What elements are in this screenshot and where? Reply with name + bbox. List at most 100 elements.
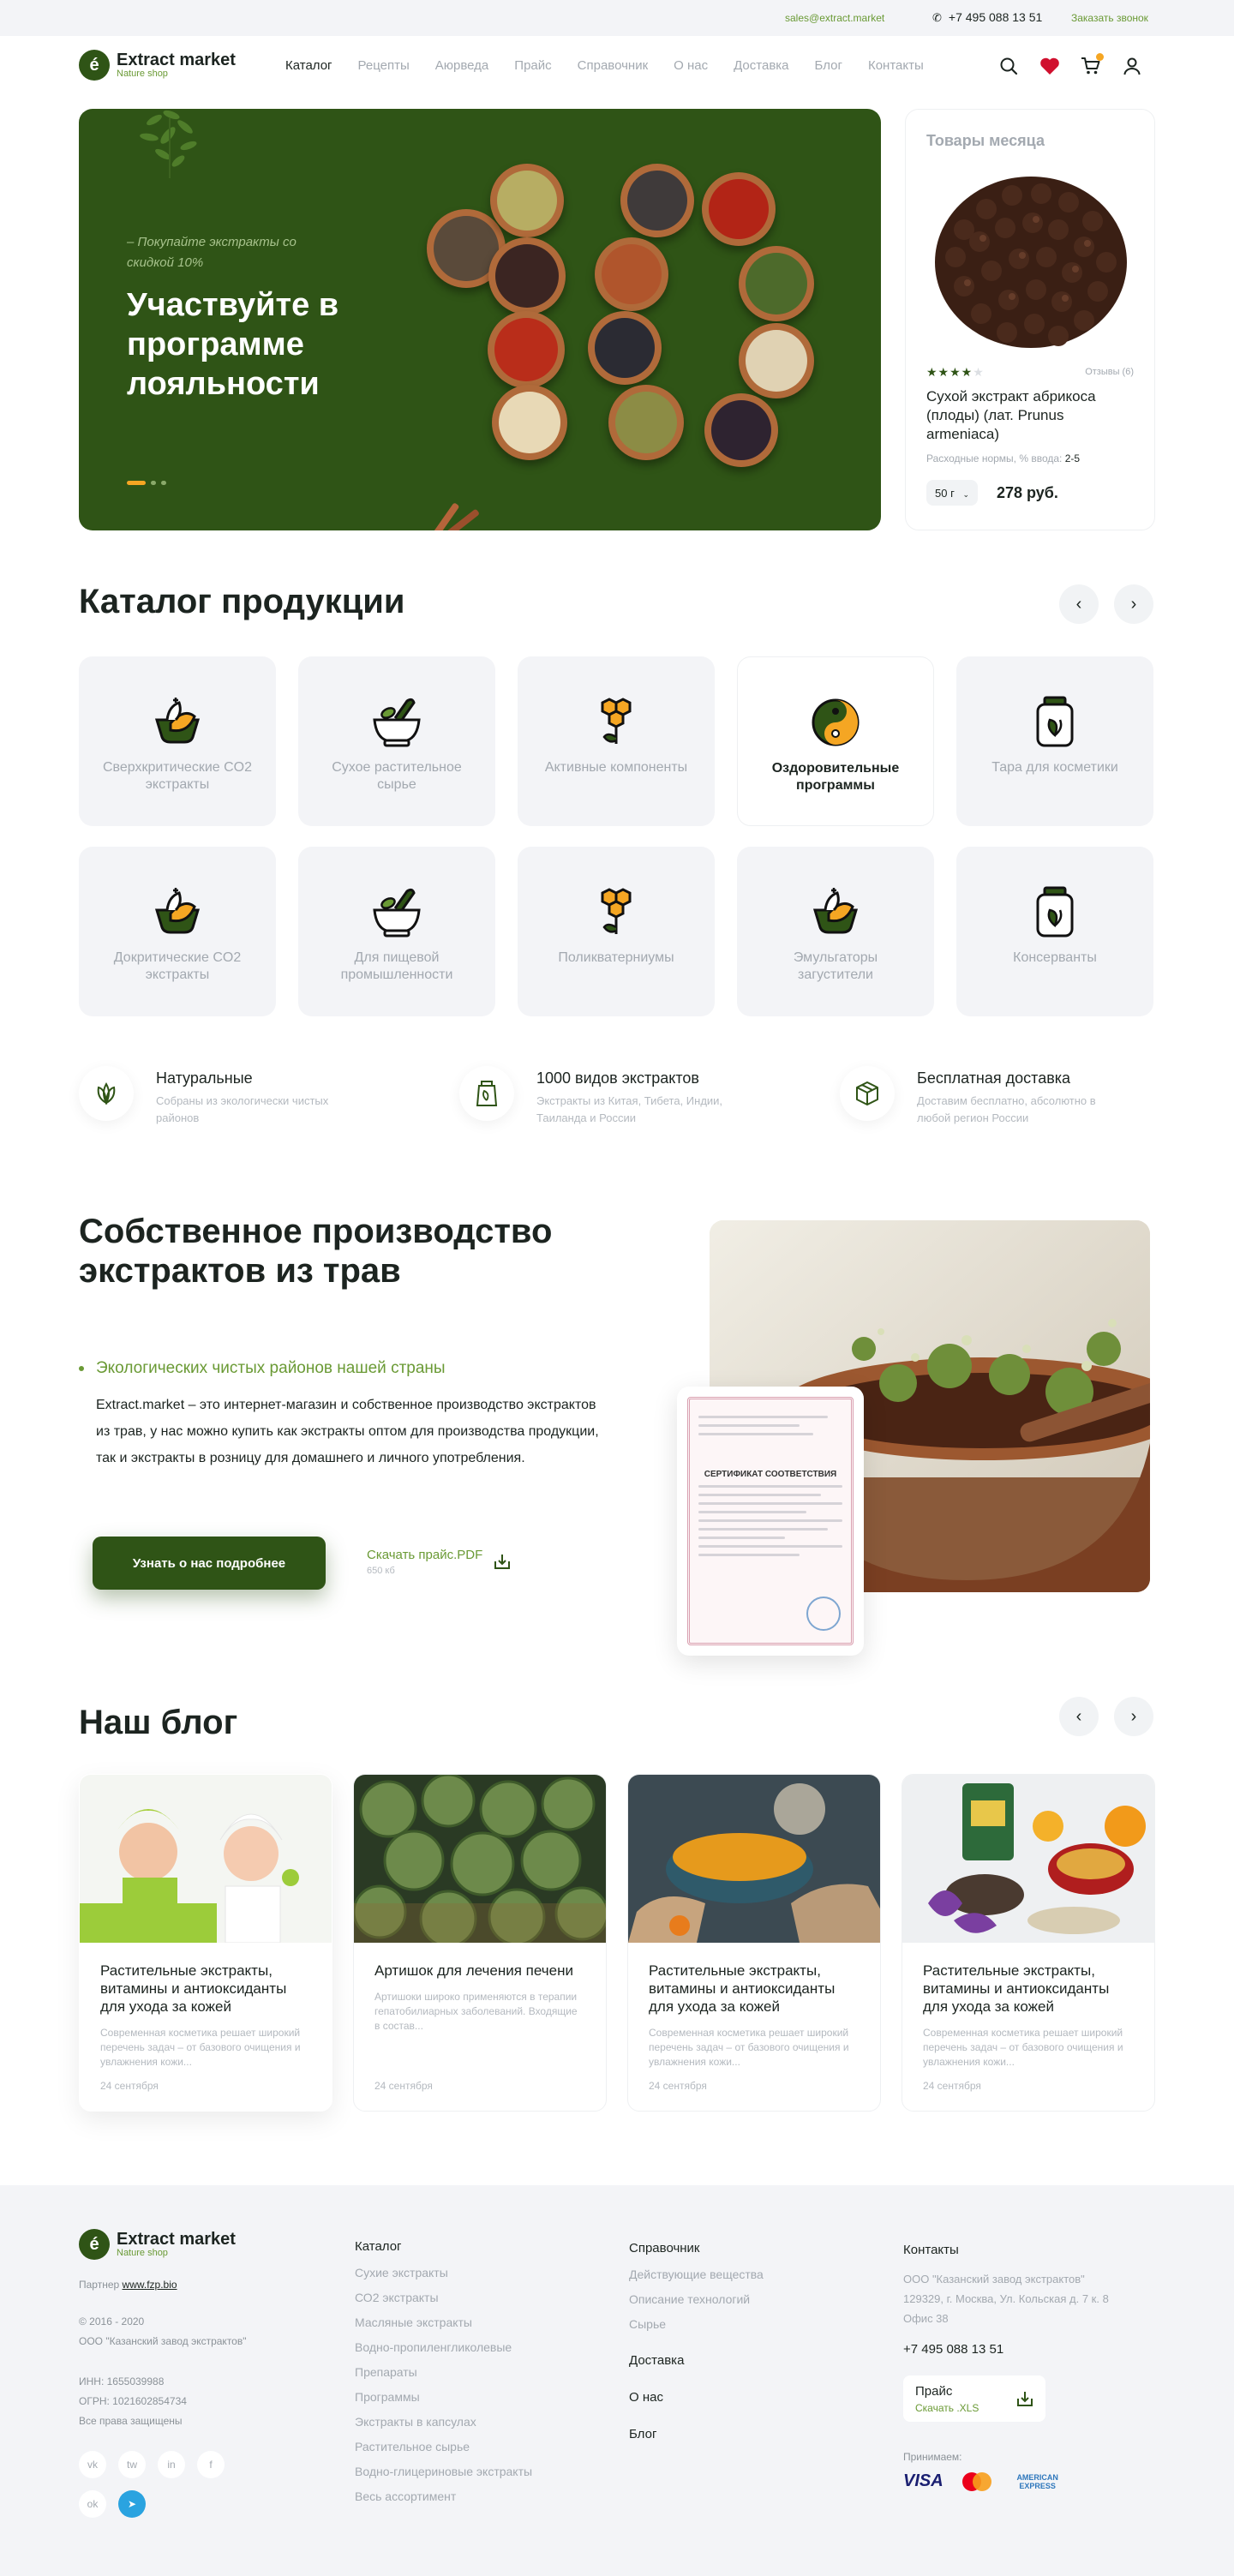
header-actions (997, 53, 1143, 77)
footer-reference-link[interactable]: Описание технологий (629, 2292, 764, 2306)
main-nav: Каталог Рецепты Аюрведа Прайс Справочник… (285, 58, 924, 73)
footer-catalog-link[interactable]: Сухие экстракты (355, 2266, 532, 2279)
nav-item-ayurveda[interactable]: Аюрведа (435, 58, 489, 73)
product-name[interactable]: Сухой экстракт абрикоса (плоды) (лат. Pr… (926, 387, 1141, 444)
footer-contacts-title: Контакты (903, 2243, 959, 2257)
search-icon[interactable] (997, 55, 1020, 77)
cart-badge (1096, 53, 1104, 61)
prev-arrow-icon[interactable]: ‹ (1059, 1697, 1099, 1736)
user-icon[interactable] (1121, 55, 1143, 77)
nav-item-reference[interactable]: Справочник (578, 58, 649, 73)
vk-icon[interactable]: vk (79, 2451, 106, 2478)
catalog-item[interactable]: Для пищевой промышленности (298, 847, 495, 1016)
footer-reference-link[interactable]: Сырье (629, 2317, 764, 2331)
catalog-item[interactable]: Оздоровительные программы (737, 656, 934, 826)
catalog-item-label: Для пищевой промышленности (340, 950, 453, 982)
product-reviews-link[interactable]: Отзывы (6) (1085, 367, 1134, 377)
catalog-item[interactable]: Консерванты (956, 847, 1153, 1016)
email-link[interactable]: sales@extract.market (785, 12, 884, 24)
product-image[interactable] (930, 161, 1132, 355)
instagram-icon[interactable]: in (158, 2451, 185, 2478)
blog-card[interactable]: Растительные экстракты, витамины и антио… (627, 1774, 881, 2112)
product-price: 278 руб. (997, 484, 1058, 501)
blog-card-date: 24 сентября (374, 2080, 433, 2092)
footer-catalog-link[interactable]: Препараты (355, 2365, 532, 2379)
phone-link[interactable]: ✆ +7 495 088 13 51 (932, 10, 1042, 25)
certificate-seal (806, 1597, 841, 1631)
footer-catalog-link[interactable]: Растительное сырье (355, 2440, 532, 2453)
footer-reference-link[interactable]: Действующие вещества (629, 2267, 764, 2281)
feature-item: Бесплатная доставка Доставим бесплатно, а… (840, 1066, 1131, 1127)
nav-item-about[interactable]: О нас (674, 58, 708, 73)
logo-icon: é (79, 2229, 110, 2260)
telegram-icon[interactable]: ➤ (118, 2490, 146, 2518)
nav-item-price[interactable]: Прайс (514, 58, 551, 73)
partner-link[interactable]: www.fzp.bio (123, 2279, 177, 2291)
blog-card[interactable]: Растительные экстракты, витамины и антио… (79, 1774, 332, 2112)
footer-catalog-link[interactable]: Водно-глицериновые экстракты (355, 2465, 532, 2478)
nav-item-catalog[interactable]: Каталог (285, 58, 332, 73)
footer-inn: ИНН: 1655039988 (79, 2375, 165, 2387)
blog-title: Наш блог (79, 1704, 238, 1741)
footer-phone[interactable]: +7 495 088 13 51 (903, 2342, 1152, 2357)
catalog-item[interactable]: Сухое растительное сырье (298, 656, 495, 826)
heart-icon[interactable] (1039, 55, 1061, 77)
catalog-item[interactable]: Активные компоненты (518, 656, 715, 826)
callback-link[interactable]: Заказать звонок (1071, 12, 1148, 24)
download-pdf-size: 650 кб (367, 1566, 395, 1576)
box-icon (840, 1066, 895, 1121)
catalog-item[interactable]: Эмульгаторы загустители (737, 847, 934, 1016)
footer-legal: © 2016 - 2020 ООО "Казанский завод экстр… (79, 2312, 247, 2351)
footer-years: © 2016 - 2020 (79, 2315, 145, 2327)
footer-catalog-link[interactable]: Весь ассортимент (355, 2489, 532, 2503)
nav-item-recipes[interactable]: Рецепты (358, 58, 410, 73)
product-of-month-card[interactable]: Товары месяца ★★★★★ Отзывы (6) Сухой экс… (905, 109, 1155, 530)
footer-catalog-link[interactable]: Экстракты в капсулах (355, 2415, 532, 2429)
mortar-icon (373, 698, 421, 747)
hero-dot-3[interactable] (161, 481, 166, 485)
nav-item-contacts[interactable]: Контакты (868, 58, 924, 73)
prev-arrow-icon[interactable]: ‹ (1059, 584, 1099, 624)
blog-card-text: Современная косметика решает широкий пер… (923, 2027, 1123, 2068)
hero-dot-2[interactable] (151, 481, 156, 485)
blog-card[interactable]: Растительные экстракты, витамины и антио… (902, 1774, 1155, 2112)
nav-item-blog[interactable]: Блог (815, 58, 842, 73)
blog-card-image (354, 1775, 606, 1943)
chevron-down-icon: ⌄ (962, 490, 969, 499)
catalog-item[interactable]: Докритические CO2 экстракты (79, 847, 276, 1016)
footer-blog-link[interactable]: Блог (629, 2427, 764, 2441)
product-norm-label: Расходные нормы, % вводa: (926, 452, 1063, 464)
social-links: vk tw in f ok ➤ (79, 2451, 250, 2518)
blog-card[interactable]: Артишок для лечения печени Артишоки широ… (353, 1774, 607, 2112)
cart-icon[interactable] (1080, 53, 1104, 77)
nav-item-delivery[interactable]: Доставка (734, 58, 788, 73)
download-icon[interactable] (494, 1553, 511, 1570)
logo[interactable]: é Extract market Nature shop (79, 50, 236, 81)
twitter-icon[interactable]: tw (118, 2451, 146, 2478)
facebook-icon[interactable]: f (197, 2451, 225, 2478)
footer-reference-title[interactable]: Справочник (629, 2241, 764, 2255)
about-more-button[interactable]: Узнать о нас подробнее (93, 1537, 326, 1590)
footer-delivery-link[interactable]: Доставка (629, 2353, 764, 2368)
download-pdf-link[interactable]: Скачать прайс.PDF 650 кб (367, 1548, 482, 1576)
footer-catalog-link[interactable]: СО2 экстракты (355, 2291, 532, 2304)
catalog-item[interactable]: Сверхкритические CO2 экстракты (79, 656, 276, 826)
footer-catalog-link[interactable]: Программы (355, 2390, 532, 2404)
footer-about-link[interactable]: О нас (629, 2390, 764, 2405)
catalog-item[interactable]: Поликватерниумы (518, 847, 715, 1016)
footer-logo[interactable]: é Extract market Nature shop (79, 2229, 236, 2260)
price-download-box[interactable]: Прайс Скачать .XLS (903, 2375, 1045, 2422)
honeycomb-icon (601, 888, 632, 934)
certificate-card[interactable]: СЕРТИФИКАТ СООТВЕТСТВИЯ (677, 1387, 864, 1656)
blog-card-date: 24 сентября (923, 2080, 981, 2092)
odnoklassniki-icon[interactable]: ok (79, 2490, 106, 2518)
mortar-icon (373, 888, 421, 938)
production-text: Extract.market – это интернет-магазин и … (96, 1398, 599, 1465)
footer-catalog-link[interactable]: Масляные экстракты (355, 2315, 532, 2329)
catalog-item[interactable]: Тара для косметики (956, 656, 1153, 826)
hero-dot-1[interactable] (127, 481, 146, 485)
footer-catalog-link[interactable]: Водно-пропиленгликолевые (355, 2340, 532, 2354)
next-arrow-icon[interactable]: › (1114, 1697, 1153, 1736)
next-arrow-icon[interactable]: › (1114, 584, 1153, 624)
weight-select[interactable]: 50 г ⌄ (926, 480, 978, 506)
